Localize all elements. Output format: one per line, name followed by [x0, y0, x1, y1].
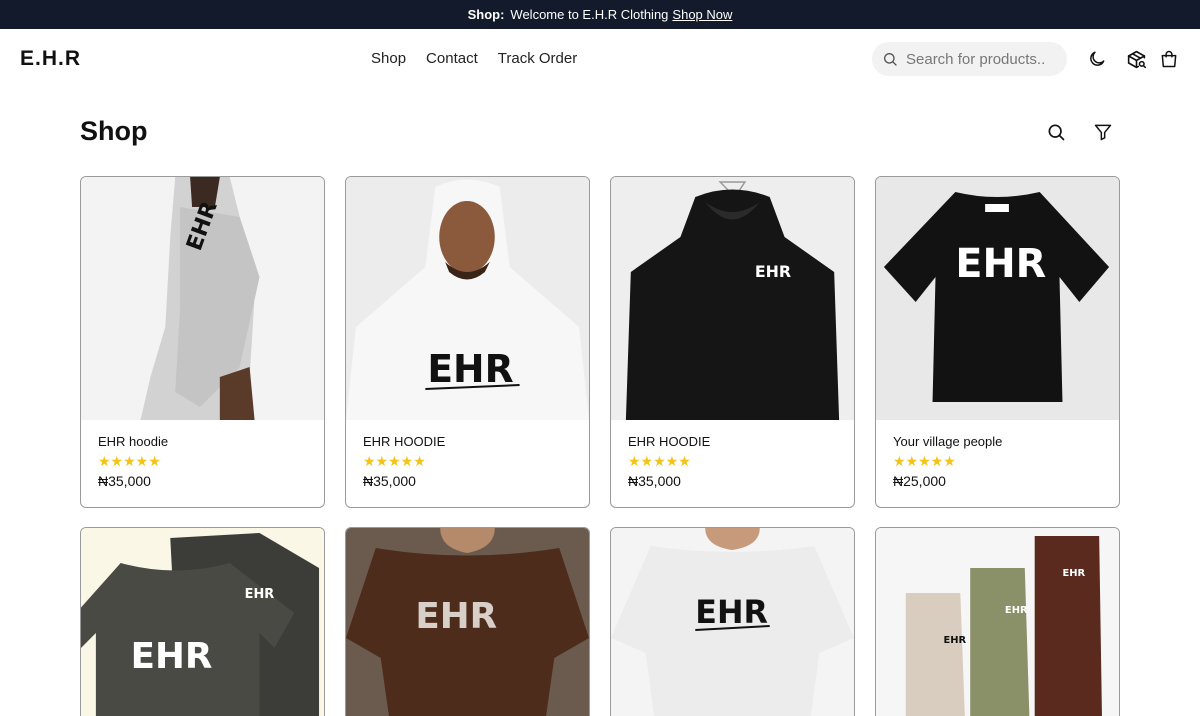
product-card[interactable]: EHR EHR HOODIE ★★★★★ ₦35,000 [610, 176, 855, 508]
product-image[interactable]: EHR [876, 177, 1119, 420]
svg-text:EHR: EHR [415, 596, 497, 637]
product-image[interactable]: EHR [611, 528, 854, 716]
header-search [872, 42, 1067, 76]
svg-text:EHR: EHR [695, 593, 768, 631]
rating-stars: ★★★★★ [893, 453, 956, 469]
svg-text:EHR: EHR [1062, 568, 1085, 579]
product-image[interactable]: EHR [81, 177, 324, 420]
rating-stars: ★★★★★ [363, 453, 426, 469]
product-name[interactable]: EHR HOODIE [628, 434, 837, 449]
package-search-icon[interactable] [1125, 48, 1147, 70]
rating-stars: ★★★★★ [628, 453, 691, 469]
product-name[interactable]: EHR hoodie [98, 434, 307, 449]
page-title: Shop [80, 116, 148, 146]
product-image[interactable]: EHR [346, 528, 589, 716]
product-price: ₦35,000 [628, 473, 681, 489]
product-image[interactable]: EHR EHR [81, 528, 324, 716]
product-image[interactable]: EHR EHR EHR [876, 528, 1119, 716]
site-header: E.H.R Shop Contact Track Order [0, 29, 1200, 89]
product-card[interactable]: EHR EHR hoodie ★★★★★ ₦35,000 [80, 176, 325, 508]
nav-item-track-order[interactable]: Track Order [498, 50, 577, 67]
product-image[interactable]: EHR [611, 177, 854, 420]
shop-now-link[interactable]: Shop Now [672, 7, 732, 22]
nav-item-contact[interactable]: Contact [426, 50, 478, 67]
announcement-text: Welcome to E.H.R Clothing [510, 7, 669, 22]
svg-text:EHR: EHR [427, 347, 513, 391]
product-card[interactable]: EHR EHR EHR [875, 527, 1120, 716]
product-price: ₦25,000 [893, 473, 946, 489]
product-card[interactable]: EHR EHR HOODIE ★★★★★ ₦35,000 [345, 176, 590, 508]
search-icon[interactable] [1045, 121, 1067, 143]
product-price: ₦35,000 [363, 473, 416, 489]
nav-item-shop[interactable]: Shop [371, 50, 406, 67]
product-card[interactable]: EHR [345, 527, 590, 716]
product-card[interactable]: EHR [610, 527, 855, 716]
site-logo[interactable]: E.H.R [20, 47, 81, 71]
announcement-bar: Shop: Welcome to E.H.R Clothing Shop Now [0, 0, 1200, 29]
product-card[interactable]: EHR EHR [80, 527, 325, 716]
svg-text:EHR: EHR [755, 262, 791, 281]
shopping-bag-icon[interactable] [1158, 48, 1180, 70]
main-nav: Shop Contact Track Order [371, 50, 577, 67]
svg-text:EHR: EHR [245, 587, 275, 602]
svg-text:EHR: EHR [1005, 605, 1028, 616]
product-card[interactable]: EHR Your village people ★★★★★ ₦25,000 [875, 176, 1120, 508]
svg-text:EHR: EHR [955, 241, 1046, 287]
product-price: ₦35,000 [98, 473, 151, 489]
product-name[interactable]: EHR HOODIE [363, 434, 572, 449]
moon-icon[interactable] [1086, 48, 1108, 70]
svg-text:EHR: EHR [131, 636, 213, 677]
svg-text:EHR: EHR [943, 635, 966, 646]
product-image[interactable]: EHR [346, 177, 589, 420]
search-icon [882, 51, 898, 67]
announcement-lead: Shop: [467, 7, 505, 22]
product-name[interactable]: Your village people [893, 434, 1102, 449]
search-input[interactable] [906, 50, 1056, 68]
filter-icon[interactable] [1092, 121, 1114, 143]
rating-stars: ★★★★★ [98, 453, 161, 469]
